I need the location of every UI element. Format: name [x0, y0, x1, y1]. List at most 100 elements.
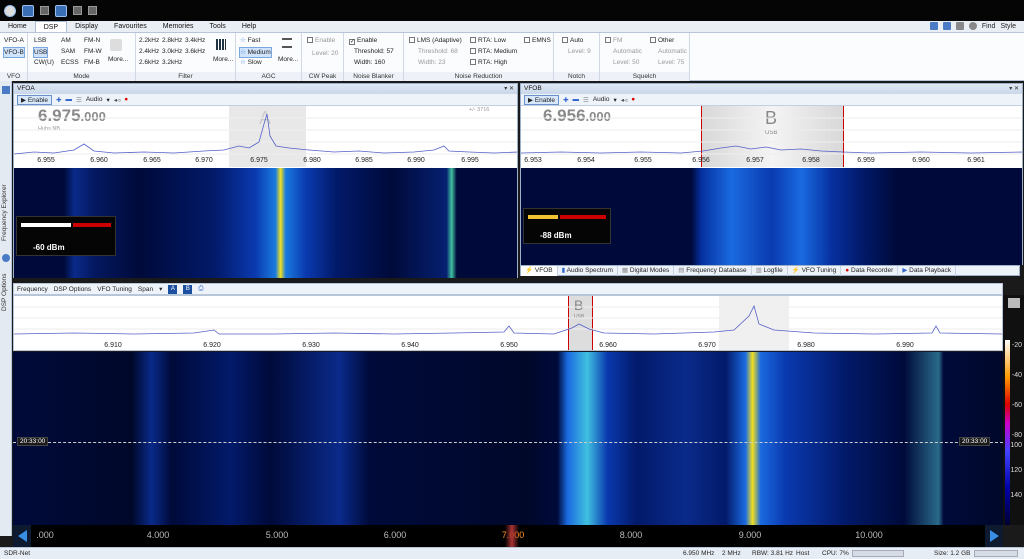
nb-threshold[interactable]: Threshold: 57 — [354, 47, 394, 56]
main-frequency-button[interactable]: Frequency — [17, 286, 48, 293]
main-waterfall[interactable]: 20:33:00 20:33:00 — [13, 352, 1003, 525]
tab-dsp[interactable]: DSP — [34, 21, 68, 32]
vfob-enable-button[interactable]: ▶ Enable — [524, 94, 560, 105]
filter-2-8[interactable]: 2.8kHz — [162, 36, 182, 45]
squelch-other[interactable]: Other — [650, 36, 674, 45]
nr-rta-medium[interactable]: RTA: Medium — [470, 47, 517, 56]
window-icon[interactable] — [942, 22, 951, 30]
filter-3-0[interactable]: 3.0kHz — [162, 47, 182, 56]
vfo-a-button[interactable]: VFO-A — [4, 36, 24, 45]
cw-peak-enable[interactable]: Enable — [307, 36, 335, 45]
agc-medium[interactable]: ☆ Medium — [239, 47, 272, 58]
play-icon[interactable] — [73, 6, 82, 15]
scroll-right-button[interactable] — [985, 525, 1003, 547]
close-icon[interactable]: ▾ ✕ — [1009, 84, 1019, 94]
mode-fmb[interactable]: FM-B — [84, 58, 100, 67]
mode-am[interactable]: AM — [61, 36, 71, 45]
scroll-left-button[interactable] — [13, 525, 31, 547]
band-position-marker[interactable] — [505, 525, 519, 547]
save-icon[interactable] — [55, 4, 67, 17]
dropdown-icon[interactable]: ▾ — [159, 285, 162, 293]
add-icon[interactable]: ✚ — [56, 96, 61, 104]
nr-rta-high[interactable]: RTA: High — [470, 58, 507, 67]
layout-icon[interactable] — [929, 22, 938, 30]
quick-access-icon[interactable] — [22, 4, 34, 17]
help-icon[interactable] — [968, 22, 977, 30]
tab-data-playback[interactable]: ▶ Data Playback — [898, 265, 957, 276]
find-button[interactable]: Find — [982, 23, 996, 30]
squelch-level-2[interactable]: Level: 75 — [658, 58, 684, 67]
mode-lsb[interactable]: LSB — [34, 36, 46, 45]
vfob-spectrum[interactable]: B USB 6.956.000 6.953 6.954 6.955 6.956 … — [521, 106, 1022, 167]
scale-settings-icon[interactable] — [1008, 298, 1020, 308]
band-bar[interactable]: .000 4.000 5.000 6.000 7.000 8.000 9.000… — [31, 525, 985, 547]
sidebar-tab-dsp-options[interactable]: DSP Options — [1, 274, 8, 311]
dropdown-icon[interactable]: ▾ — [613, 96, 616, 104]
vfo-a-toggle[interactable]: A — [168, 284, 178, 294]
filter-2-6[interactable]: 2.6kHz — [139, 58, 159, 67]
mode-ecss[interactable]: ECSS — [61, 58, 79, 67]
squelch-automatic[interactable]: Automatic — [613, 47, 642, 56]
main-spectrum[interactable]: B USB 6.910 6.920 6.930 6.940 6.950 6.96… — [13, 295, 1003, 351]
vfo-b-toggle[interactable]: B — [183, 284, 193, 294]
squelch-automatic-2[interactable]: Automatic — [658, 47, 687, 56]
agc-slow[interactable]: ☆ Slow — [240, 58, 262, 67]
lines-icon[interactable]: ☰ — [583, 96, 589, 104]
filter-2-4[interactable]: 2.4kHz — [139, 47, 159, 56]
vfoa-spectrum[interactable]: A 6.975.000 Hubs NB +/- 3716 6.955 6.960… — [14, 106, 517, 167]
main-span-button[interactable]: Span — [138, 286, 153, 293]
vfo-b-button[interactable]: VFO-B — [3, 47, 25, 58]
tab-vfob[interactable]: ⚡ VFOB — [521, 265, 558, 276]
lock-icon[interactable] — [955, 22, 964, 30]
lines-icon[interactable]: ☰ — [76, 96, 82, 104]
nr-lms[interactable]: LMS (Adaptive) — [409, 36, 462, 45]
vfoa-waterfall[interactable]: -60 dBm — [14, 168, 517, 278]
volume-icon[interactable]: ◂◃ — [114, 96, 121, 104]
volume-icon[interactable]: ◂◃ — [621, 96, 628, 104]
print-icon[interactable]: ⎙ — [198, 285, 203, 293]
record-icon[interactable]: ● — [124, 96, 128, 103]
tab-home[interactable]: Home — [0, 21, 35, 32]
squelch-level[interactable]: Level: 50 — [613, 58, 639, 67]
squelch-fm[interactable]: FM — [605, 36, 622, 45]
mode-more-button[interactable]: More... — [108, 55, 128, 64]
nr-threshold[interactable]: Threshold: 68 — [418, 47, 458, 56]
nb-width[interactable]: Width: 160 — [354, 58, 385, 67]
style-button[interactable]: Style — [1000, 23, 1016, 30]
vfoa-enable-button[interactable]: ▶ Enable — [17, 94, 53, 105]
main-vfo-tuning-button[interactable]: VFO Tuning — [97, 286, 132, 293]
tab-display[interactable]: Display — [67, 21, 106, 32]
agc-fast[interactable]: ☆ Fast — [240, 36, 260, 45]
tab-audio-spectrum[interactable]: ▮ Audio Spectrum — [558, 265, 618, 276]
tab-memories[interactable]: Memories — [155, 21, 202, 32]
tab-help[interactable]: Help — [234, 21, 264, 32]
tab-vfo-tuning[interactable]: ⚡ VFO Tuning — [788, 265, 842, 276]
notch-auto[interactable]: Auto — [562, 36, 583, 45]
nr-emns[interactable]: EMNS — [524, 36, 551, 45]
tab-digital-modes[interactable]: ▦ Digital Modes — [618, 265, 675, 276]
filter-more-button[interactable]: More... — [213, 55, 233, 64]
tab-logfile[interactable]: ▥ Logfile — [752, 265, 788, 276]
mode-fmw[interactable]: FM-W — [84, 47, 102, 56]
notch-level[interactable]: Level: 9 — [568, 47, 591, 56]
vfoa-audio-button[interactable]: Audio — [86, 96, 103, 103]
mode-fmn[interactable]: FM-N — [84, 36, 100, 45]
close-icon[interactable]: ▾ ✕ — [504, 84, 514, 94]
tab-data-recorder[interactable]: ● Data Recorder — [841, 265, 899, 276]
tab-favourites[interactable]: Favourites — [106, 21, 155, 32]
cw-peak-level[interactable]: Level: 20 — [312, 49, 338, 58]
minus-icon[interactable]: ▬ — [573, 96, 580, 103]
record-icon[interactable]: ● — [631, 96, 635, 103]
tab-frequency-database[interactable]: ▤ Frequency Database — [674, 265, 752, 276]
mode-usb[interactable]: USB — [33, 47, 49, 58]
filter-3-6[interactable]: 3.6kHz — [185, 47, 205, 56]
filter-3-4[interactable]: 3.4kHz — [185, 36, 205, 45]
dropdown-icon[interactable] — [88, 6, 97, 15]
sidebar-tab-frequency-explorer[interactable]: Frequency Explorer — [1, 184, 8, 241]
filter-3-2[interactable]: 3.2kHz — [162, 58, 182, 67]
mode-cwu[interactable]: CW(U) — [34, 58, 54, 67]
mode-sam[interactable]: SAM — [61, 47, 75, 56]
agc-more-button[interactable]: More... — [278, 55, 298, 64]
nr-rta-low[interactable]: RTA: Low — [470, 36, 506, 45]
add-icon[interactable]: ✚ — [563, 96, 568, 104]
